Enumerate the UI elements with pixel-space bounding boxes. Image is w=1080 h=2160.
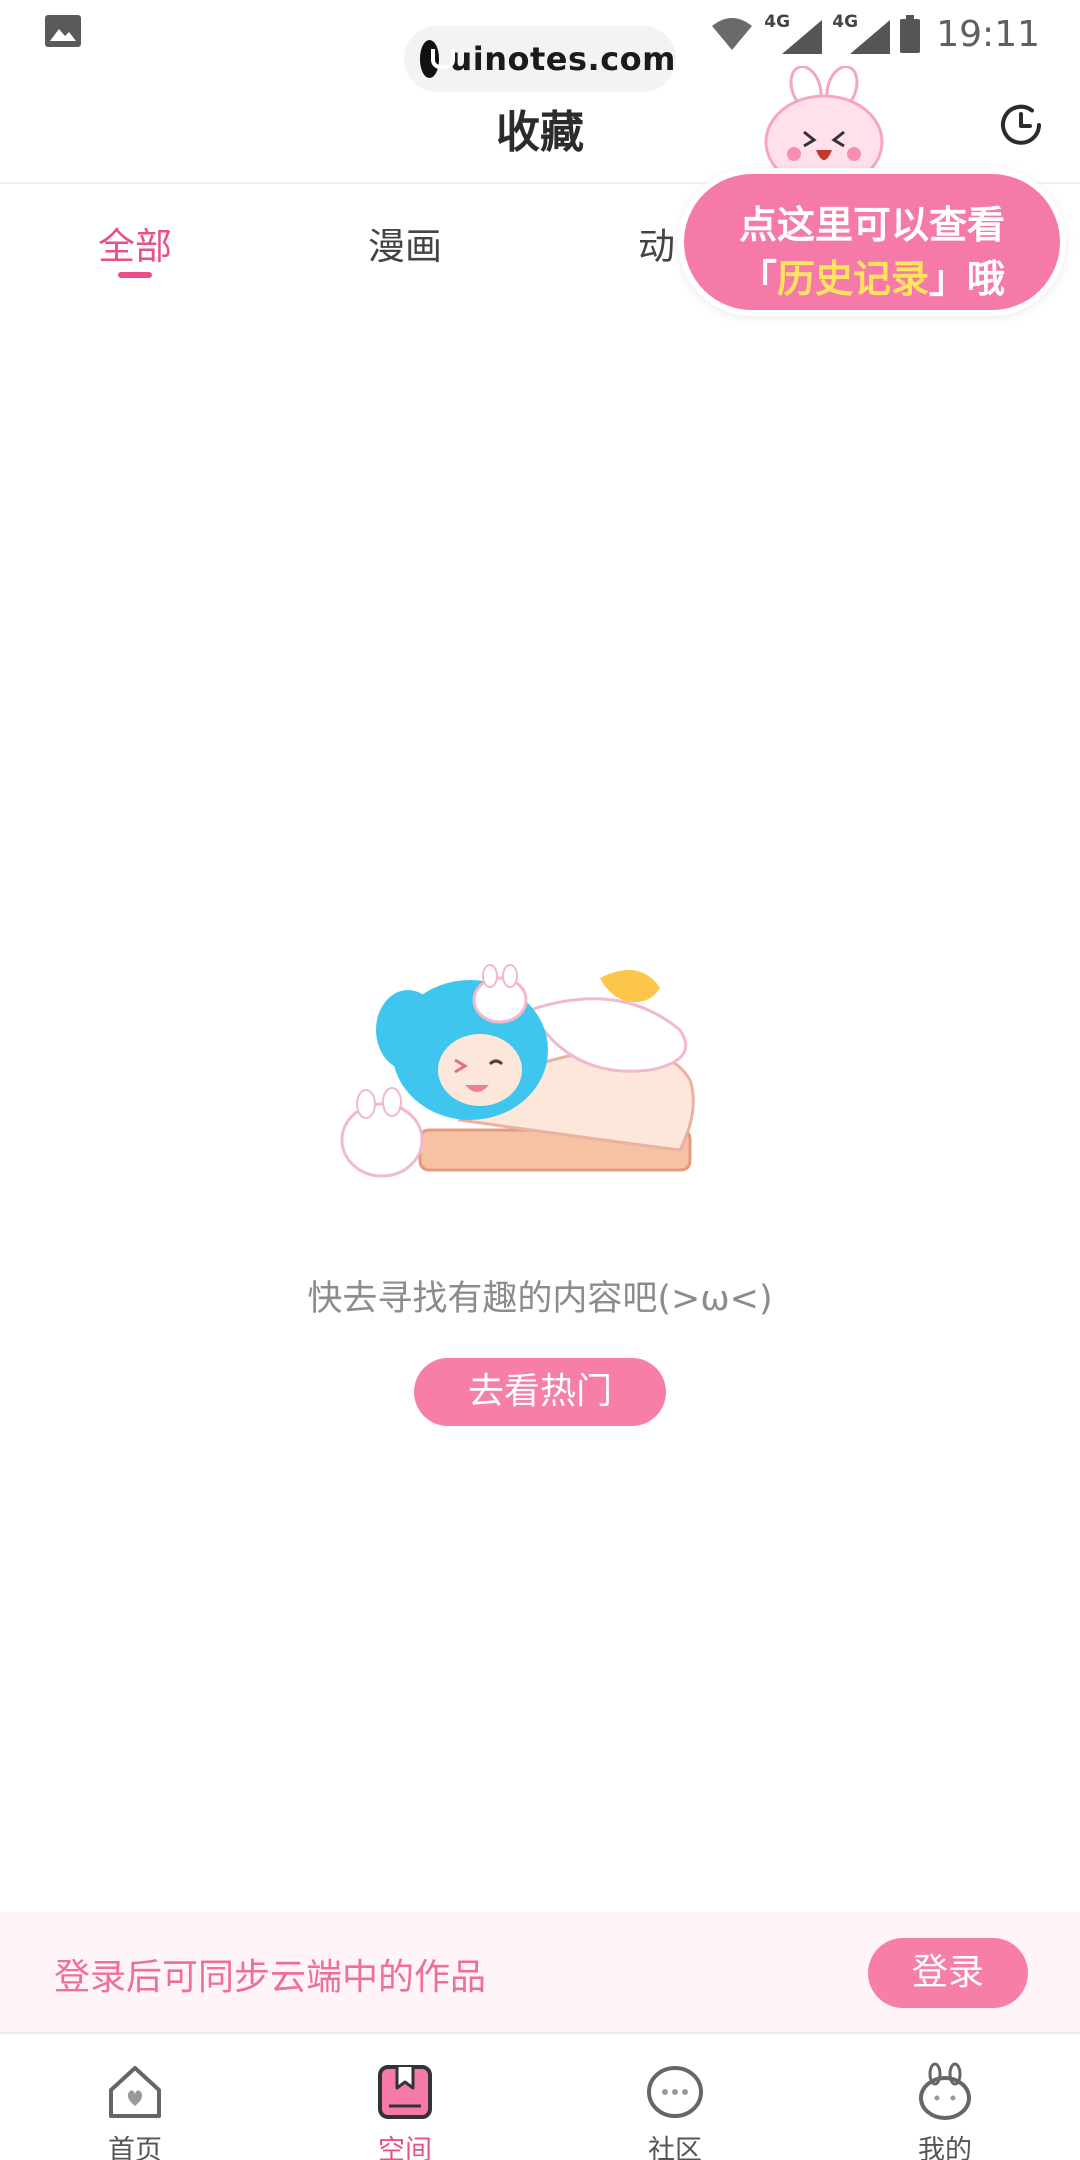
login-hint-text: 登录后可同步云端中的作品: [54, 1957, 487, 1998]
home-icon: [109, 2066, 161, 2118]
gallery-notification-icon: [45, 15, 81, 47]
empty-state-illustration: [340, 964, 695, 1178]
nav-item-home[interactable]: 首页: [55, 2034, 215, 2160]
watermark-text: uinotes.com: [449, 40, 676, 78]
favorites-page: 4G 4G 19:11 uinotes.com 收藏 全部 漫画 动 点这里可以…: [0, 0, 1080, 2160]
signal-1: 4G: [764, 12, 823, 56]
tooltip-bracket-open: 「: [738, 257, 777, 301]
tab-active-indicator: [118, 272, 152, 278]
go-to-popular-button[interactable]: 去看热门: [414, 1358, 666, 1426]
bottom-nav: 首页 空间 社区 我的: [0, 2032, 1080, 2160]
nav-item-profile[interactable]: 我的: [865, 2034, 1025, 2160]
nav-item-community[interactable]: 社区: [595, 2034, 755, 2160]
community-icon: [647, 2066, 703, 2118]
tooltip-line-2: 「历史记录」哦: [684, 248, 1060, 303]
tab-comics[interactable]: 漫画: [368, 216, 442, 270]
nav-label-profile: 我的: [918, 2135, 972, 2160]
profile-icon: [919, 2062, 971, 2120]
empty-state-message: 快去寻找有趣的内容吧(>ω<): [307, 1279, 773, 1319]
tab-animation[interactable]: 动: [638, 216, 675, 270]
space-icon: [378, 2065, 432, 2119]
uinotes-logo-icon: [420, 40, 456, 78]
tooltip-bubble: 点这里可以查看 「历史记录」哦: [678, 168, 1066, 316]
nav-item-space[interactable]: 空间: [325, 2034, 485, 2160]
login-banner: 登录后可同步云端中的作品 登录: [0, 1912, 1080, 2032]
signal-2: 4G: [832, 12, 891, 56]
nav-label-home: 首页: [108, 2135, 162, 2160]
tooltip-line-1: 点这里可以查看: [738, 203, 1005, 247]
history-tooltip[interactable]: 点这里可以查看 「历史记录」哦: [676, 66, 1068, 320]
login-button[interactable]: 登录: [868, 1938, 1028, 2008]
battery-icon: [900, 15, 921, 53]
clock: 19:11: [936, 13, 1040, 55]
tooltip-bracket-close: 」哦: [929, 257, 1006, 301]
nav-label-community: 社区: [648, 2135, 702, 2160]
signal-icon: [850, 20, 891, 54]
nav-label-space: 空间: [378, 2135, 432, 2160]
signal-icon: [782, 20, 823, 54]
watermark: uinotes.com: [404, 26, 676, 92]
tab-all[interactable]: 全部: [98, 216, 172, 270]
wifi-icon: [712, 18, 753, 50]
tooltip-highlight: 历史记录: [776, 257, 929, 301]
